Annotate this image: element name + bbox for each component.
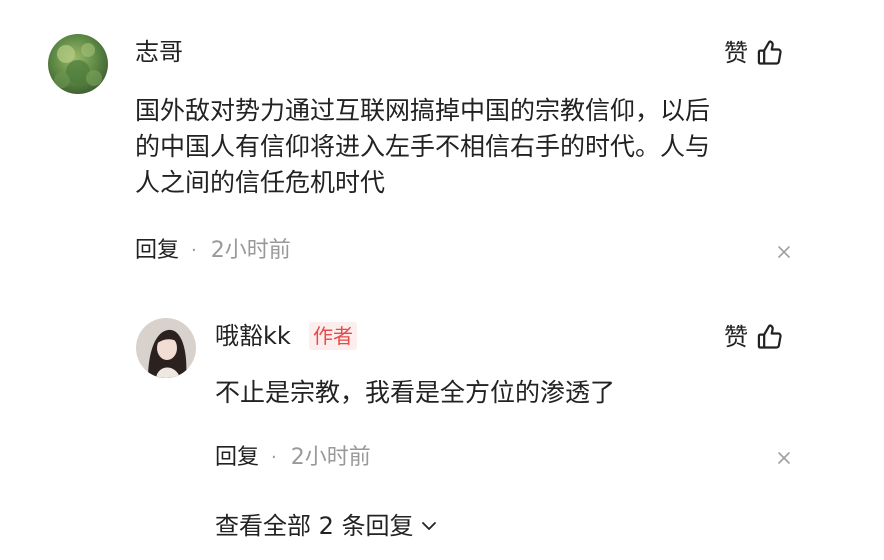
reply-author-avatar[interactable] [136, 318, 196, 378]
reply-author-name[interactable]: 哦豁kk [215, 321, 291, 351]
timestamp: 2小时前 [210, 238, 291, 263]
separator-dot: · [271, 447, 277, 468]
close-icon[interactable] [777, 245, 791, 259]
separator-dot: · [191, 240, 197, 261]
commenter-name[interactable]: 志哥 [135, 37, 183, 67]
reply-like-button[interactable]: 赞 [724, 322, 784, 352]
reply-text: 不止是宗教，我看是全方位的渗透了 [215, 378, 616, 407]
reply-button[interactable]: 回复 [135, 236, 179, 266]
comment-text: 国外敌对势力通过互联网搞掉中国的宗教信仰，以后 的中国人有信仰将进入左手不相信右… [135, 93, 815, 201]
comment-text-line: 人之间的信任危机时代 [135, 168, 386, 197]
comment-text-line: 的中国人有信仰将进入左手不相信右手的时代。人与 [135, 132, 711, 161]
comment-text-line: 国外敌对势力通过互联网搞掉中国的宗教信仰，以后 [135, 96, 711, 125]
commenter-avatar-image [48, 34, 108, 94]
reply-button[interactable]: 回复 [215, 443, 259, 473]
chevron-down-icon [421, 522, 436, 530]
comment-meta: 回复 · 2小时前 [135, 236, 291, 266]
thumbs-up-icon [757, 324, 782, 349]
comment-like-button[interactable]: 赞 [724, 38, 784, 68]
view-all-replies-button[interactable]: 查看全部 2 条回复 [215, 510, 438, 542]
reply-author-avatar-image [136, 318, 196, 378]
thumbs-up-icon [757, 40, 782, 65]
close-icon[interactable] [777, 451, 791, 465]
view-all-replies-label: 查看全部 2 条回复 [215, 512, 414, 540]
timestamp: 2小时前 [290, 445, 371, 470]
author-badge: 作者 [309, 322, 357, 350]
commenter-avatar[interactable] [48, 34, 108, 94]
like-label: 赞 [724, 39, 748, 67]
like-label: 赞 [724, 323, 748, 351]
reply-meta: 回复 · 2小时前 [215, 443, 371, 473]
